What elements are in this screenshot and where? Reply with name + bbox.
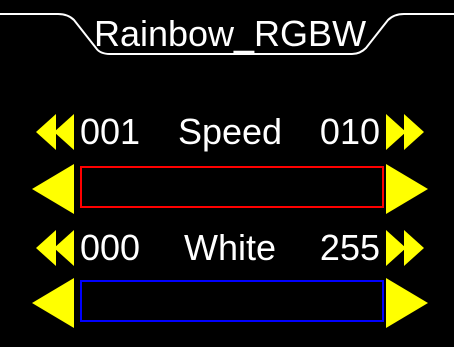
triangle-left-icon bbox=[32, 278, 74, 328]
white-coarse-increase-button[interactable] bbox=[382, 226, 428, 270]
speed-coarse-decrease-button[interactable] bbox=[32, 110, 78, 154]
double-chevron-right-icon bbox=[386, 114, 424, 150]
speed-bar-row bbox=[30, 162, 430, 216]
white-labels: 000 White 255 bbox=[80, 226, 380, 270]
speed-labels: 001 Speed 010 bbox=[80, 110, 380, 154]
triangle-right-icon bbox=[386, 164, 428, 214]
white-slider-bar[interactable] bbox=[80, 280, 384, 322]
white-fine-increase-button[interactable] bbox=[384, 276, 430, 330]
triangle-right-icon bbox=[386, 278, 428, 328]
triangle-left-icon bbox=[32, 164, 74, 214]
page-title: Rainbow_RGBW bbox=[93, 13, 367, 54]
speed-fine-decrease-button[interactable] bbox=[30, 162, 76, 216]
white-fine-decrease-button[interactable] bbox=[30, 276, 76, 330]
double-chevron-left-icon bbox=[36, 114, 74, 150]
white-bar-row bbox=[30, 276, 430, 330]
double-chevron-right-icon bbox=[386, 230, 424, 266]
speed-slider-bar[interactable] bbox=[80, 166, 384, 208]
speed-coarse-increase-button[interactable] bbox=[382, 110, 428, 154]
white-max-value: 255 bbox=[319, 227, 380, 268]
white-coarse-decrease-button[interactable] bbox=[32, 226, 78, 270]
double-chevron-left-icon bbox=[36, 230, 74, 266]
white-range-row: 000 White 255 bbox=[32, 226, 428, 270]
speed-max-value: 010 bbox=[319, 111, 380, 152]
speed-fine-increase-button[interactable] bbox=[384, 162, 430, 216]
speed-range-row: 001 Speed 010 bbox=[32, 110, 428, 154]
